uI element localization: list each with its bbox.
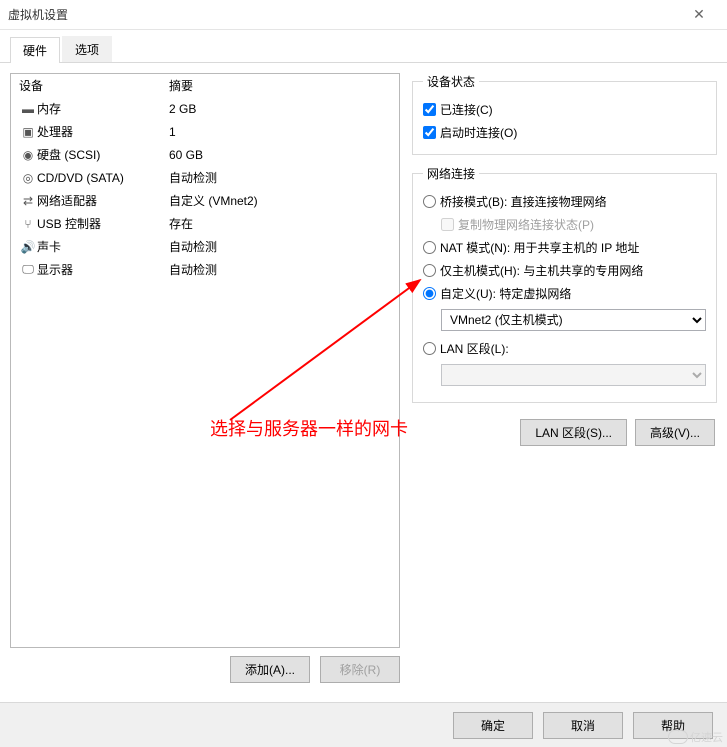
device-list-header: 设备 摘要 xyxy=(11,74,399,97)
col-device-header: 设备 xyxy=(19,77,169,94)
device-status-legend: 设备状态 xyxy=(423,73,479,90)
device-summary: 自动检测 xyxy=(169,169,391,186)
device-status-group: 设备状态 已连接(C) 启动时连接(O) xyxy=(412,73,717,155)
cancel-button[interactable]: 取消 xyxy=(543,712,623,739)
bridged-radio[interactable] xyxy=(423,195,436,208)
titlebar: 虚拟机设置 ✕ xyxy=(0,0,727,30)
lan-segment-select-wrap xyxy=(441,364,706,386)
add-device-button[interactable]: 添加(A)... xyxy=(230,656,310,683)
device-summary: 2 GB xyxy=(169,102,391,116)
connect-on-power-row[interactable]: 启动时连接(O) xyxy=(423,121,706,144)
device-row-cpu[interactable]: ▣处理器1 xyxy=(11,120,399,143)
lan-segment-radio-row[interactable]: LAN 区段(L): xyxy=(423,337,706,360)
bridged-radio-row[interactable]: 桥接模式(B): 直接连接物理网络 xyxy=(423,190,706,213)
remove-device-button[interactable]: 移除(R) xyxy=(320,656,400,683)
device-buttons: 添加(A)... 移除(R) xyxy=(10,648,400,683)
network-connection-legend: 网络连接 xyxy=(423,165,479,182)
replicate-label: 复制物理网络连接状态(P) xyxy=(458,216,594,233)
network-icon: ⇄ xyxy=(19,194,37,208)
advanced-button[interactable]: 高级(V)... xyxy=(635,419,715,446)
nat-radio[interactable] xyxy=(423,241,436,254)
device-row-network[interactable]: ⇄网络适配器自定义 (VMnet2) xyxy=(11,189,399,212)
left-panel: 设备 摘要 ▬内存2 GB▣处理器1◉硬盘 (SCSI)60 GB◎CD/DVD… xyxy=(10,73,400,683)
col-summary-header: 摘要 xyxy=(169,77,391,94)
device-row-memory[interactable]: ▬内存2 GB xyxy=(11,97,399,120)
device-name: 网络适配器 xyxy=(37,192,169,209)
custom-label: 自定义(U): 特定虚拟网络 xyxy=(440,285,571,302)
device-name: 硬盘 (SCSI) xyxy=(37,146,169,163)
device-row-sound[interactable]: 🔊声卡自动检测 xyxy=(11,235,399,258)
cpu-icon: ▣ xyxy=(19,125,37,139)
lan-segments-button[interactable]: LAN 区段(S)... xyxy=(520,419,627,446)
device-summary: 自定义 (VMnet2) xyxy=(169,192,391,209)
device-row-display[interactable]: 🖵显示器自动检测 xyxy=(11,258,399,281)
custom-vmnet-select[interactable]: VMnet2 (仅主机模式) xyxy=(441,309,706,331)
cd-icon: ◎ xyxy=(19,171,37,185)
device-row-disk[interactable]: ◉硬盘 (SCSI)60 GB xyxy=(11,143,399,166)
device-row-usb[interactable]: ⑂USB 控制器存在 xyxy=(11,212,399,235)
nat-radio-row[interactable]: NAT 模式(N): 用于共享主机的 IP 地址 xyxy=(423,236,706,259)
device-name: 显示器 xyxy=(37,261,169,278)
net-action-buttons: LAN 区段(S)... 高级(V)... xyxy=(412,413,717,452)
hostonly-radio[interactable] xyxy=(423,264,436,277)
close-button[interactable]: ✕ xyxy=(679,0,719,30)
device-summary: 自动检测 xyxy=(169,238,391,255)
usb-icon: ⑂ xyxy=(19,217,37,231)
window-title: 虚拟机设置 xyxy=(8,6,679,23)
device-summary: 1 xyxy=(169,125,391,139)
replicate-checkbox xyxy=(441,218,454,231)
lan-segment-radio[interactable] xyxy=(423,342,436,355)
tab-hardware[interactable]: 硬件 xyxy=(10,37,60,63)
connect-on-power-checkbox[interactable] xyxy=(423,126,436,139)
connect-on-power-label: 启动时连接(O) xyxy=(440,124,517,141)
tab-options[interactable]: 选项 xyxy=(62,36,112,62)
device-summary: 自动检测 xyxy=(169,261,391,278)
device-row-cd[interactable]: ◎CD/DVD (SATA)自动检测 xyxy=(11,166,399,189)
cloud-icon xyxy=(668,730,688,744)
bridged-label: 桥接模式(B): 直接连接物理网络 xyxy=(440,193,607,210)
custom-select-wrap: VMnet2 (仅主机模式) xyxy=(441,309,706,331)
network-connection-group: 网络连接 桥接模式(B): 直接连接物理网络 复制物理网络连接状态(P) NAT… xyxy=(412,165,717,403)
connected-label: 已连接(C) xyxy=(440,101,493,118)
device-name: 处理器 xyxy=(37,123,169,140)
custom-radio-row[interactable]: 自定义(U): 特定虚拟网络 xyxy=(423,282,706,305)
nat-label: NAT 模式(N): 用于共享主机的 IP 地址 xyxy=(440,239,639,256)
display-icon: 🖵 xyxy=(19,262,37,277)
watermark-text: 亿速云 xyxy=(690,729,723,745)
device-name: 声卡 xyxy=(37,238,169,255)
disk-icon: ◉ xyxy=(19,148,37,162)
annotation-text: 选择与服务器一样的网卡 xyxy=(210,415,408,441)
device-name: CD/DVD (SATA) xyxy=(37,171,169,185)
connected-checkbox[interactable] xyxy=(423,103,436,116)
watermark: 亿速云 xyxy=(668,729,723,745)
device-name: 内存 xyxy=(37,100,169,117)
device-name: USB 控制器 xyxy=(37,215,169,232)
device-list[interactable]: 设备 摘要 ▬内存2 GB▣处理器1◉硬盘 (SCSI)60 GB◎CD/DVD… xyxy=(10,73,400,648)
hostonly-radio-row[interactable]: 仅主机模式(H): 与主机共享的专用网络 xyxy=(423,259,706,282)
lan-segment-label: LAN 区段(L): xyxy=(440,340,509,357)
tab-strip: 硬件 选项 xyxy=(0,30,727,63)
ok-button[interactable]: 确定 xyxy=(453,712,533,739)
replicate-checkbox-row: 复制物理网络连接状态(P) xyxy=(423,213,706,236)
memory-icon: ▬ xyxy=(19,102,37,116)
content-area: 设备 摘要 ▬内存2 GB▣处理器1◉硬盘 (SCSI)60 GB◎CD/DVD… xyxy=(0,63,727,693)
connected-checkbox-row[interactable]: 已连接(C) xyxy=(423,98,706,121)
dialog-footer: 确定 取消 帮助 xyxy=(0,702,727,747)
hostonly-label: 仅主机模式(H): 与主机共享的专用网络 xyxy=(440,262,643,279)
sound-icon: 🔊 xyxy=(19,240,37,254)
device-summary: 存在 xyxy=(169,215,391,232)
right-panel: 设备状态 已连接(C) 启动时连接(O) 网络连接 桥接模式(B): 直接连接物… xyxy=(412,73,717,683)
custom-radio[interactable] xyxy=(423,287,436,300)
lan-segment-select xyxy=(441,364,706,386)
device-summary: 60 GB xyxy=(169,148,391,162)
